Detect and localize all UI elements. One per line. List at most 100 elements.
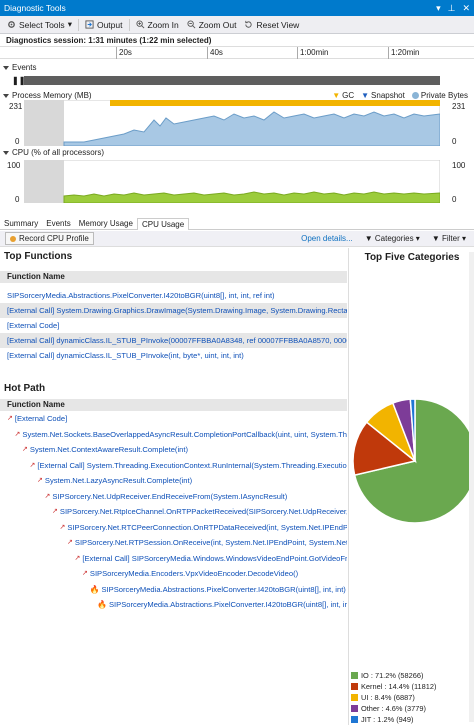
table-row[interactable]: [External Call] dynamicClass.IL_STUB_PIn… xyxy=(0,348,347,363)
hot-path-arrow-icon: ↗ xyxy=(82,570,88,577)
timeline-ruler[interactable]: 20s 40s 1:00min 1:20min xyxy=(0,46,474,59)
legend-swatch xyxy=(351,672,358,679)
memory-graph[interactable] xyxy=(24,100,440,146)
cpu-graph[interactable] xyxy=(24,160,440,203)
dropdown-icon[interactable]: ▾ xyxy=(436,3,441,14)
legend-item: UI : 8.4% (6887) xyxy=(351,692,436,703)
window-title: Diagnostic Tools xyxy=(4,3,66,13)
hot-path-arrow-icon: ↗ xyxy=(59,523,66,531)
legend-label: UI : 8.4% (6887) xyxy=(361,693,415,702)
hot-path-row[interactable]: ↗ System.Net.ContextAwareResult.Complete(… xyxy=(0,442,347,458)
hot-path-label: SIPSorcery.Net.UdpReceiver.EndReceiveFro… xyxy=(52,491,288,501)
memory-header[interactable]: Process Memory (MB) xyxy=(3,91,92,100)
cpu-ymax-right: 100 xyxy=(452,161,466,170)
hot-path-arrow-icon: ↗ xyxy=(7,415,13,422)
table-row[interactable]: SIPSorceryMedia.Abstractions.PixelConver… xyxy=(0,288,347,303)
legend-gc-label: GC xyxy=(342,91,355,100)
cpu-header[interactable]: CPU (% of all processors) xyxy=(3,148,104,157)
tab-events[interactable]: Events xyxy=(42,218,74,230)
hot-path-row[interactable]: ↗ [External Code] xyxy=(0,411,347,427)
table-row[interactable]: [External Code] xyxy=(0,318,347,333)
collapse-icon xyxy=(3,150,9,155)
legend-label: JIT : 1.2% (949) xyxy=(361,715,414,724)
vertical-scrollbar[interactable] xyxy=(469,252,474,722)
zoom-in-label: Zoom In xyxy=(147,19,179,30)
zoom-out-icon xyxy=(187,20,196,29)
hot-path-arrow-icon: ↗ xyxy=(74,554,81,562)
hot-path-label: System.Net.Sockets.BaseOverlappedAsyncRe… xyxy=(22,429,347,439)
legend-item: Kernel : 14.4% (11812) xyxy=(351,681,436,692)
tab-strip: Summary Events Memory Usage CPU Usage xyxy=(0,218,474,230)
events-header[interactable]: Events xyxy=(3,63,36,72)
hot-path-row[interactable]: ↗ [External Call] SIPSorceryMedia.Windows… xyxy=(0,551,348,567)
hot-path-row[interactable]: 🔥 SIPSorceryMedia.Abstractions.PixelConve… xyxy=(0,597,347,613)
chevron-down-icon: ▾ xyxy=(461,234,466,243)
legend-label: IO : 71.2% (58266) xyxy=(361,671,424,680)
hot-path-row[interactable]: 🔥 SIPSorceryMedia.Abstractions.PixelConve… xyxy=(0,582,347,598)
select-tools-button[interactable]: Select Tools ▾ xyxy=(3,17,76,33)
hot-path-label: System.Net.ContextAwareResult.Complete(i… xyxy=(29,445,188,454)
legend-swatch xyxy=(351,705,358,712)
table-row[interactable]: [External Call] System.Drawing.Graphics.… xyxy=(0,303,347,318)
filter-funnel-icon: ▼ xyxy=(364,234,373,243)
reset-view-label: Reset View xyxy=(256,19,300,30)
hot-path-label: [External Call] System.Threading.Executi… xyxy=(37,460,347,470)
toolbar-separator xyxy=(77,18,79,31)
categories-label: Categories xyxy=(374,234,414,243)
zoom-in-button[interactable]: Zoom In xyxy=(132,17,183,33)
time-tick: 1:00min xyxy=(297,47,328,59)
events-track[interactable] xyxy=(24,76,440,85)
hot-path-row[interactable]: ↗ SIPSorcery.Net.RTPSession.OnReceive(int… xyxy=(0,535,347,551)
legend-label: Kernel : 14.4% (11812) xyxy=(361,682,437,691)
hot-path-arrow-icon: ↗ xyxy=(37,477,43,484)
collapse-icon xyxy=(3,93,9,98)
categories-legend: IO : 71.2% (58266) Kernel : 14.4% (11812)… xyxy=(351,670,436,725)
hot-path-row[interactable]: ↗ SIPSorcery.Net.RTCPeerConnection.OnRTPD… xyxy=(0,520,348,536)
hot-path-row[interactable]: ↗ SIPSorcery.Net.UdpReceiver.EndReceiveFr… xyxy=(0,489,347,505)
categories-dropdown[interactable]: ▼ Categories ▾ xyxy=(365,234,420,243)
hot-path-label: SIPSorceryMedia.Abstractions.PixelConver… xyxy=(108,600,347,609)
hot-path-arrow-icon: ↗ xyxy=(52,508,58,515)
hot-path-label: SIPSorcery.Net.RTCPeerConnection.OnRTPDa… xyxy=(67,522,347,532)
hot-path-column-header[interactable]: Function Name xyxy=(0,399,347,411)
legend-swatch xyxy=(351,694,358,701)
record-cpu-profile-button[interactable]: Record CPU Profile xyxy=(5,232,94,245)
memory-label: Process Memory (MB) xyxy=(12,91,92,100)
hot-path-row[interactable]: ↗ System.Net.LazyAsyncResult.Complete(int… xyxy=(0,473,347,489)
table-row[interactable]: [External Call] dynamicClass.IL_STUB_PIn… xyxy=(0,333,347,348)
reset-view-button[interactable]: Reset View xyxy=(240,17,303,33)
flame-icon: 🔥 xyxy=(97,600,107,609)
flame-icon: 🔥 xyxy=(89,584,100,594)
output-button[interactable]: Output xyxy=(81,17,127,33)
close-icon[interactable]: ✕ xyxy=(462,3,470,14)
filter-label: Filter xyxy=(441,234,460,243)
zoom-out-button[interactable]: Zoom Out xyxy=(183,17,241,33)
categories-pie-chart[interactable] xyxy=(349,398,471,528)
tab-summary[interactable]: Summary xyxy=(0,218,42,230)
hot-path-list: ↗ [External Code] ↗ System.Net.Sockets.Base… xyxy=(0,411,347,613)
hot-path-row[interactable]: ↗ SIPSorcery.Net.RtpIceChannel.OnRTPPacke… xyxy=(0,504,347,520)
open-details-link[interactable]: Open details... xyxy=(301,234,353,243)
hot-path-label: [External Code] xyxy=(14,414,68,423)
hot-path-label: [External Call] SIPSorceryMedia.Windows.… xyxy=(82,553,347,563)
hot-path-arrow-icon: ↗ xyxy=(44,492,51,500)
top-functions-column-header[interactable]: Function Name xyxy=(0,271,347,283)
pin-icon[interactable]: ⊥ xyxy=(448,3,456,14)
gc-marker-icon: ▼ xyxy=(332,91,341,100)
legend-private: Private Bytes xyxy=(411,91,468,100)
tab-memory-usage[interactable]: Memory Usage xyxy=(75,218,137,230)
legend-snapshot-label: Snapshot xyxy=(371,91,405,100)
legend-label: Other : 4.6% (3779) xyxy=(361,704,426,713)
title-bar: Diagnostic Tools ▾ ⊥ ✕ xyxy=(0,0,474,16)
categories-pane: Top Five Categories IO : 71.2% (58266) Ke… xyxy=(348,248,474,725)
hot-path-row[interactable]: ↗ [External Call] System.Threading.Execut… xyxy=(0,458,347,474)
private-bytes-marker-icon xyxy=(411,92,419,99)
record-icon xyxy=(10,235,16,242)
hot-path-row[interactable]: ↗ System.Net.Sockets.BaseOverlappedAsyncR… xyxy=(0,427,348,443)
tab-cpu-usage[interactable]: CPU Usage xyxy=(136,218,190,230)
memory-legend: ▼ GC ▼ Snapshot Private Bytes xyxy=(332,91,468,100)
legend-item: Other : 4.6% (3779) xyxy=(351,703,436,714)
filter-dropdown[interactable]: ▼ Filter ▾ xyxy=(432,234,466,243)
memory-ymin-right: 0 xyxy=(452,137,457,146)
hot-path-row[interactable]: ↗ SIPSorceryMedia.Encoders.VpxVideoEncode… xyxy=(0,566,347,582)
